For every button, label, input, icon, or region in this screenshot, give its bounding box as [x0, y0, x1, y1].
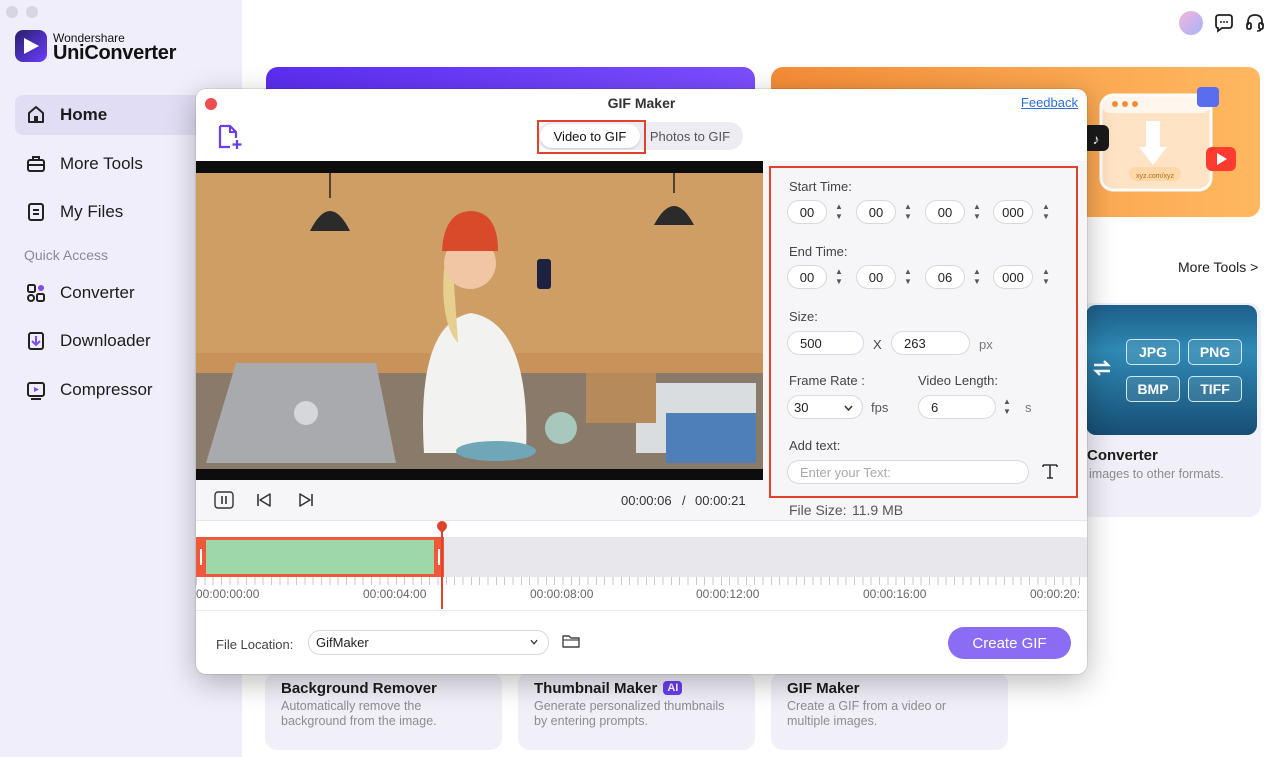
timeline-ticks	[196, 577, 1087, 585]
ai-badge: AI	[663, 681, 683, 695]
timeline-label: 00:00:20:	[1030, 587, 1081, 601]
current-time: 00:00:06	[621, 493, 672, 508]
sidebar-item-label: Home	[60, 105, 108, 124]
brand-name: UniConverter	[53, 42, 177, 64]
home-icon	[25, 104, 47, 126]
sidebar-item-label: My Files	[60, 202, 124, 221]
player-controls: 00:00:06 / 00:00:21	[196, 480, 763, 520]
sidebar-item-converter[interactable]: Converter	[15, 273, 205, 313]
timeline-label: 00:00:00:00	[196, 587, 260, 601]
card-title: Background Remover	[281, 680, 437, 697]
card-title: GIF Maker	[787, 680, 860, 697]
sidebar-item-my-files[interactable]: My Files	[15, 192, 205, 232]
pause-button[interactable]	[214, 490, 234, 510]
card-desc: Create a GIF from a video or multiple im…	[787, 699, 947, 728]
playhead[interactable]	[441, 525, 443, 609]
quick-access-heading: Quick Access	[24, 247, 109, 263]
next-frame-button[interactable]	[296, 490, 316, 510]
video-frame	[196, 173, 763, 469]
window-close-button[interactable]	[6, 6, 18, 18]
previous-frame-button[interactable]	[254, 490, 274, 510]
sidebar-item-more-tools[interactable]: More Tools	[15, 144, 205, 184]
support-headset-icon[interactable]	[1243, 11, 1267, 35]
user-avatar[interactable]	[1179, 11, 1203, 35]
highlight-box-settings	[769, 166, 1078, 498]
sidebar-item-label: Converter	[60, 283, 135, 302]
banner-url-text: xyz.com/xyz	[1136, 173, 1175, 180]
timeline-selection[interactable]	[200, 537, 442, 577]
video-preview[interactable]	[196, 161, 763, 480]
card-desc: Generate personalized thumbnails by ente…	[534, 699, 725, 728]
format-chip: BMP	[1126, 376, 1180, 402]
converter-card-desc: images to other formats.	[1089, 467, 1224, 481]
toolbox-icon	[25, 153, 47, 175]
file-size-label: File Size:	[789, 502, 847, 518]
card-title: Thumbnail Maker AI	[534, 680, 683, 697]
create-gif-button[interactable]: Create GIF	[948, 627, 1071, 659]
total-time: 00:00:21	[695, 493, 746, 508]
gif-maker-dialog: GIF Maker Feedback Video to GIF Photos t…	[196, 89, 1087, 674]
card-desc: Automatically remove the background from…	[281, 699, 437, 728]
sidebar-item-label: Downloader	[60, 331, 151, 350]
chevron-down-icon	[530, 639, 538, 645]
timeline-label: 00:00:12:00	[696, 587, 760, 601]
swap-arrows-icon	[1093, 360, 1111, 376]
file-size-value: 11.9 MB	[852, 502, 904, 518]
tab-photos-to-gif[interactable]: Photos to GIF	[640, 124, 740, 148]
uniconverter-logo	[15, 30, 47, 62]
timeline[interactable]: 00:00:00:00 00:00:04:00 00:00:08:00 00:0…	[196, 520, 1087, 610]
sidebar-item-label: Compressor	[60, 380, 153, 399]
sidebar-item-downloader[interactable]: Downloader	[15, 321, 205, 361]
chat-icon[interactable]	[1212, 11, 1236, 35]
converter-card-title: Converter	[1087, 447, 1158, 464]
highlight-box-tab	[537, 120, 646, 154]
sidebar-item-home[interactable]: Home	[15, 95, 205, 135]
dialog-footer: File Location: GifMaker Create GIF	[196, 610, 1087, 674]
trim-start-handle[interactable]	[196, 537, 206, 577]
window-minimize-button[interactable]	[26, 6, 38, 18]
timeline-label: 00:00:08:00	[530, 587, 594, 601]
timeline-label: 00:00:04:00	[363, 587, 427, 601]
file-location-label: File Location:	[216, 637, 294, 652]
file-icon	[25, 201, 47, 223]
sidebar-item-compressor[interactable]: Compressor	[15, 370, 205, 410]
dialog-title: GIF Maker	[607, 95, 676, 111]
format-chip: PNG	[1188, 339, 1242, 365]
svg-text:♪: ♪	[1093, 131, 1100, 147]
downloader-icon	[25, 330, 47, 352]
add-file-icon[interactable]	[216, 123, 244, 151]
converter-card-image: JPG PNG BMP TIFF	[1086, 305, 1257, 435]
converter-icon	[25, 282, 47, 304]
folder-icon[interactable]	[562, 633, 580, 649]
feedback-link[interactable]: Feedback	[1021, 95, 1078, 110]
time-separator: /	[682, 493, 686, 508]
compressor-icon	[25, 379, 47, 401]
file-location-value: GifMaker	[316, 635, 369, 650]
format-chip: JPG	[1126, 339, 1180, 365]
sidebar-item-label: More Tools	[60, 154, 143, 173]
timeline-label: 00:00:16:00	[863, 587, 927, 601]
file-location-select[interactable]: GifMaker	[308, 630, 549, 655]
format-chip: TIFF	[1188, 376, 1242, 402]
more-tools-link[interactable]: More Tools >	[1178, 259, 1258, 275]
